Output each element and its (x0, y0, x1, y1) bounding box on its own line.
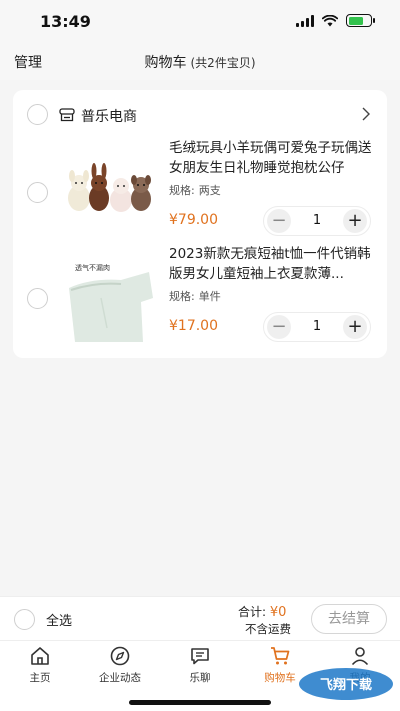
decrease-button[interactable]: − (267, 315, 291, 339)
checkout-bar: 全选 合计: ¥0 不含运费 去结算 (0, 596, 400, 640)
select-all-radio[interactable] (14, 609, 35, 630)
shipping-note: 不含运费 (245, 622, 291, 636)
shop-select-radio[interactable] (27, 104, 48, 125)
item-spec[interactable]: 规格: 单件 (169, 288, 221, 304)
home-icon (31, 647, 49, 665)
chat-icon (191, 648, 209, 665)
home-indicator (129, 700, 271, 705)
increase-button[interactable]: + (343, 209, 367, 233)
quantity-value[interactable]: 1 (294, 319, 340, 334)
item-spec-value: 单件 (198, 290, 221, 303)
total: 合计: ¥0 (238, 603, 286, 620)
tshirt-thumbnail[interactable]: 透气不漏肉 (61, 258, 157, 342)
cart-item: 透气不漏肉 2023新款无痕短袖t恤一件代销韩版男女儿童短袖上衣夏款薄... 规… (13, 242, 387, 352)
signal-icon (296, 14, 314, 27)
status-time: 13:49 (40, 12, 91, 31)
item-spec-label: 规格: (169, 290, 195, 303)
increase-button[interactable]: + (343, 315, 367, 339)
battery-icon (346, 14, 375, 27)
page-title-text: 购物车 (144, 55, 187, 71)
item-price: ¥17.00 (169, 318, 218, 334)
decrease-button[interactable]: − (267, 209, 291, 233)
thumb-caption: 透气不漏肉 (75, 263, 110, 272)
item-select-radio[interactable] (27, 182, 48, 203)
checkout-button[interactable]: 去结算 (311, 604, 387, 634)
item-spec-value: 两支 (198, 184, 221, 197)
item-spec-label: 规格: (169, 184, 195, 197)
shop-icon (59, 108, 75, 122)
quantity-value[interactable]: 1 (294, 213, 340, 228)
status-icons (296, 14, 375, 27)
watermark-logo: 飞翔下载 (299, 668, 393, 700)
item-select-radio[interactable] (27, 288, 48, 309)
item-title[interactable]: 2023新款无痕短袖t恤一件代销韩版男女儿童短袖上衣夏款薄... (169, 244, 375, 284)
plush-toy-thumbnail[interactable] (61, 152, 157, 236)
watermark-text: 飞翔下载 (320, 677, 372, 693)
tab-news[interactable]: 企业动态 (80, 645, 160, 685)
chevron-right-icon[interactable] (361, 106, 371, 122)
item-price: ¥79.00 (169, 212, 218, 228)
item-title[interactable]: 毛绒玩具小羊玩偶可爱兔子玩偶送女朋友生日礼物睡觉抱枕公仔 (169, 138, 375, 178)
nav-bar: 管理 购物车 (共2件宝贝) (0, 44, 400, 80)
cart-item: 毛绒玩具小羊玩偶可爱兔子玩偶送女朋友生日礼物睡觉抱枕公仔 规格: 两支 ¥79.0… (13, 136, 387, 246)
shop-name: 普乐电商 (81, 109, 137, 125)
total-value: ¥0 (269, 605, 287, 620)
page-title: 购物车 (共2件宝贝) (0, 52, 400, 72)
item-count: (共2件宝贝) (190, 56, 256, 70)
quantity-stepper: − 1 + (263, 312, 371, 342)
tab-label: 企业动态 (99, 672, 141, 684)
tab-chat[interactable]: 乐聊 (160, 645, 240, 685)
total-label: 合计: (238, 605, 267, 619)
item-spec[interactable]: 规格: 两支 (169, 182, 221, 198)
tab-label: 主页 (29, 672, 51, 684)
tab-home[interactable]: 主页 (0, 645, 80, 685)
compass-icon (110, 646, 130, 666)
quantity-stepper: − 1 + (263, 206, 371, 236)
cart-icon (271, 647, 290, 665)
shop-header[interactable]: 普乐电商 (13, 100, 387, 128)
status-bar: 13:49 (0, 0, 400, 44)
tab-label: 乐聊 (189, 672, 211, 684)
select-all-label[interactable]: 全选 (46, 610, 72, 629)
shop-cart-card: 普乐电商 毛绒玩具小羊玩偶可爱兔子玩偶送女朋友生日礼物睡觉抱枕公仔 规格: 两支… (13, 90, 387, 358)
wifi-icon (322, 14, 338, 26)
